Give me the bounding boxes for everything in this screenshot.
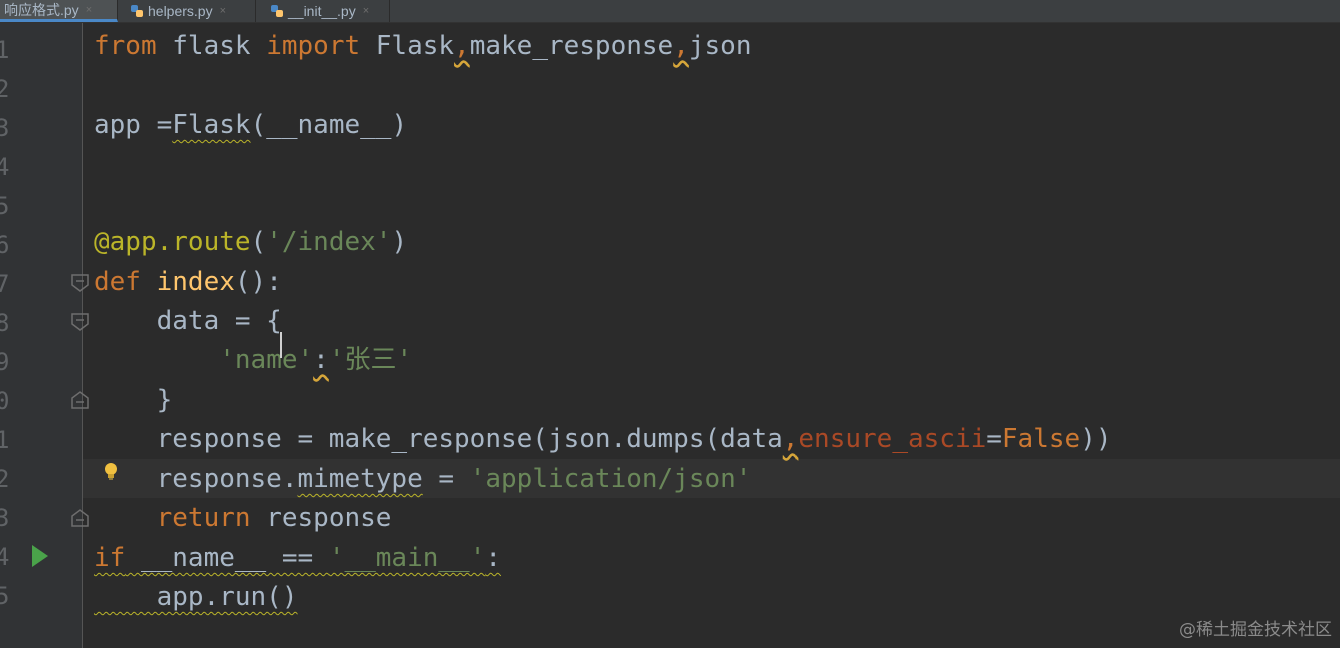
import-name: Flask [360, 31, 455, 61]
editor-tab-bar: 响应格式.py × helpers.py × __init__.py × [0, 0, 1340, 23]
string-literal: '张三' [328, 345, 413, 375]
keyword: return [94, 503, 251, 533]
code-line-13[interactable]: return response [94, 499, 392, 538]
line-number: 3 [0, 114, 10, 142]
parameter: ensure_ascii [798, 424, 987, 454]
line-number: 4 [0, 543, 10, 571]
code-line-1[interactable]: from flask import Flask,make_response,js… [94, 27, 751, 66]
watermark: @稀土掘金技术社区 [1179, 620, 1332, 640]
fold-marker-icon[interactable] [70, 508, 90, 528]
code-text: : [485, 543, 502, 573]
code-text: (__name__) [250, 110, 408, 140]
line-number: 2 [0, 75, 10, 103]
tab-label: __init__.py [288, 3, 356, 19]
code-text: app.run() [94, 582, 298, 612]
code-text: Flask [172, 110, 251, 140]
keyword: def [94, 267, 141, 297]
keyword: import [266, 31, 361, 61]
code-line-15[interactable]: app.run() [94, 578, 298, 617]
keyword: if [94, 543, 126, 573]
comma-warning: , [673, 31, 689, 61]
code-line-3[interactable]: app =Flask(__name__) [94, 106, 407, 145]
function-name: index [140, 267, 235, 297]
line-number: 1 [0, 36, 10, 64]
line-number: 3 [0, 504, 10, 532]
code-text: = [986, 424, 1002, 454]
decorator: @app.route [94, 227, 251, 257]
line-number: 4 [0, 153, 10, 181]
line-number-gutter: 1 2 3 4 5 6 7 8 9 0 1 2 3 4 5 [0, 23, 89, 648]
line-number: 5 [0, 582, 10, 610]
close-icon[interactable]: × [220, 5, 226, 17]
tab-label: helpers.py [148, 3, 213, 19]
code-text: data = { [94, 306, 282, 336]
fold-marker-icon[interactable] [70, 273, 90, 293]
fold-marker-icon[interactable] [70, 390, 90, 410]
code-line-7[interactable]: def index(): [94, 263, 282, 302]
close-icon[interactable]: × [86, 4, 92, 16]
code-line-14[interactable]: if __name__ == '__main__': [94, 539, 501, 578]
tab-label: 响应格式.py [4, 1, 79, 18]
code-text: )) [1080, 424, 1112, 454]
import-name: make_response [469, 31, 674, 61]
line-number: 9 [0, 348, 10, 376]
comma-warning: , [782, 424, 799, 454]
code-text: (): [234, 267, 282, 297]
code-text: } [94, 385, 173, 415]
colon-warning: : [313, 345, 329, 375]
code-line-12[interactable]: response.mimetype = 'application/json' [94, 460, 752, 499]
close-icon[interactable]: × [363, 5, 369, 17]
string-literal: '/index' [266, 227, 392, 257]
code-line-11[interactable]: response = make_response(json.dumps(data… [94, 420, 1112, 459]
import-name: json [688, 31, 752, 61]
code-text: response. [94, 464, 298, 494]
code-text: __name__ == [125, 543, 329, 573]
line-number: 5 [0, 192, 10, 220]
code-text: ( [250, 227, 267, 257]
code-text: response = make_response(json.dumps(data [94, 424, 783, 454]
string-literal: 'name' [219, 345, 314, 375]
line-number: 6 [0, 231, 10, 259]
string-literal: '__main__' [328, 543, 486, 573]
code-line-10[interactable]: } [94, 381, 173, 420]
line-number: 2 [0, 465, 10, 493]
code-line-6[interactable]: @app.route('/index') [94, 223, 407, 262]
line-number: 8 [0, 309, 10, 337]
attribute-warning: mimetype [297, 464, 423, 494]
code-line-9[interactable]: 'name':'张三' [94, 341, 412, 380]
tab-response-format[interactable]: 响应格式.py × [0, 0, 118, 22]
code-text: response [250, 503, 392, 533]
tab-init[interactable]: __init__.py × [266, 0, 390, 22]
line-number: 0 [0, 387, 10, 415]
code-text: ) [391, 227, 408, 257]
text-cursor [280, 332, 282, 358]
python-file-icon [131, 5, 143, 17]
code-text: = [422, 464, 470, 494]
comma-warning: , [454, 31, 470, 61]
module-name: flask [156, 31, 267, 61]
python-file-icon [271, 5, 283, 17]
line-number: 7 [0, 270, 10, 298]
string-literal: 'application/json' [469, 464, 752, 494]
tab-helpers[interactable]: helpers.py × [126, 0, 256, 22]
code-line-8[interactable]: data = { [94, 302, 282, 341]
code-text: app = [94, 110, 173, 140]
keyword: False [1001, 424, 1081, 454]
keyword: from [94, 31, 157, 61]
line-number: 1 [0, 426, 10, 454]
run-arrow-icon[interactable] [32, 545, 48, 567]
fold-marker-icon[interactable] [70, 312, 90, 332]
